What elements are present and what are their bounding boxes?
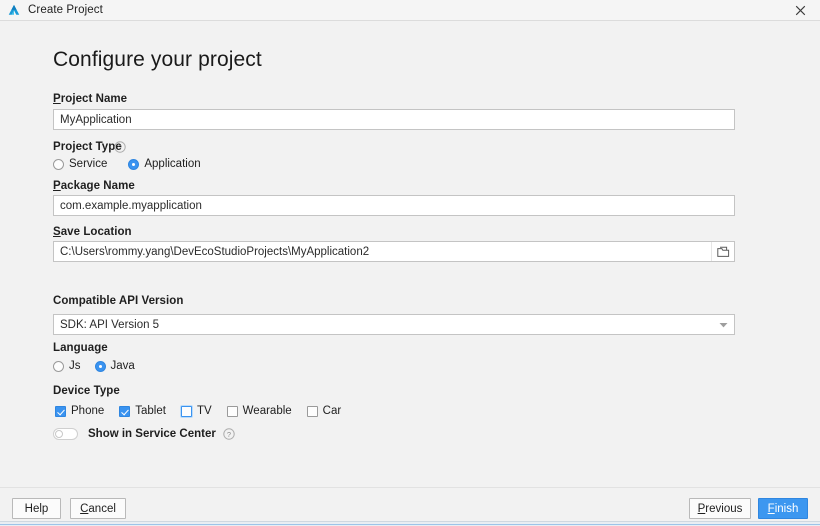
browse-folder-button[interactable] — [711, 242, 734, 261]
radio-label: Js — [69, 360, 81, 372]
previous-button[interactable]: Previous — [689, 498, 751, 519]
checkbox-label: TV — [196, 405, 212, 417]
toggle-knob — [55, 430, 63, 438]
background-window-strip — [0, 521, 820, 526]
close-button[interactable] — [780, 0, 820, 21]
package-name-label: Package Name — [53, 180, 135, 192]
page-title: Configure your project — [53, 48, 262, 71]
project-type-help-icon[interactable]: ? — [114, 141, 126, 153]
project-name-input[interactable] — [53, 109, 735, 130]
create-project-dialog: Create Project Configure your project Pr… — [0, 0, 820, 526]
save-location-label-mnemonic: S — [53, 226, 61, 238]
finish-mnemonic: F — [767, 502, 775, 515]
previous-mnemonic: P — [697, 502, 706, 515]
checkbox-label: Car — [322, 405, 342, 417]
radio-label: Application — [144, 158, 201, 170]
checkbox-label: Tablet — [135, 405, 166, 417]
device-type-label: Device Type — [53, 385, 120, 397]
api-version-value[interactable] — [54, 314, 712, 335]
radio-project-type-service[interactable]: Service — [53, 158, 107, 170]
cancel-button[interactable]: Cancel — [70, 498, 126, 519]
radio-indicator — [53, 360, 64, 372]
project-name-label-mnemonic: P — [53, 93, 61, 105]
svg-text:?: ? — [118, 143, 122, 152]
save-location-label: Save Location — [53, 226, 132, 238]
project-name-label-rest: roject Name — [60, 93, 128, 105]
help-icon: ? — [114, 141, 126, 153]
radio-indicator — [53, 158, 64, 170]
checkbox-device-phone[interactable]: Phone — [55, 405, 104, 417]
checkbox-label: Wearable — [242, 405, 292, 417]
title-bar: Create Project — [0, 0, 820, 21]
save-location-label-rest: ave Location — [60, 226, 132, 238]
radio-indicator — [94, 360, 106, 372]
checkbox-device-car[interactable]: Car — [306, 405, 342, 417]
radio-label: Java — [110, 360, 135, 372]
package-name-label-mnemonic: P — [53, 180, 61, 192]
save-location-field — [53, 241, 735, 262]
api-version-label: Compatible API Version — [53, 295, 184, 307]
project-type-label: Project Type — [53, 141, 122, 153]
background-window-accent — [0, 524, 820, 525]
checkbox-indicator — [119, 405, 131, 417]
show-in-service-center-toggle[interactable] — [53, 428, 78, 440]
deveco-studio-logo-icon — [8, 4, 20, 15]
service-center-row: Show in Service Center ? — [53, 428, 235, 440]
folder-icon — [716, 246, 729, 257]
checkbox-indicator — [306, 405, 318, 417]
service-center-help-icon[interactable]: ? — [223, 428, 235, 440]
language-label: Language — [53, 342, 108, 354]
checkbox-indicator — [180, 405, 192, 417]
radio-project-type-application[interactable]: Application — [128, 158, 201, 170]
cancel-mnemonic: C — [80, 502, 89, 515]
api-version-dropdown-button[interactable] — [712, 315, 734, 334]
finish-button[interactable]: Finish — [758, 498, 808, 519]
package-name-label-rest: ackage Name — [60, 180, 135, 192]
radio-label: Service — [69, 158, 108, 170]
checkbox-device-tablet[interactable]: Tablet — [119, 405, 166, 417]
radio-indicator — [128, 158, 140, 170]
save-location-input[interactable] — [54, 241, 711, 262]
project-name-label: Project Name — [53, 93, 127, 105]
package-name-input[interactable] — [53, 195, 735, 216]
radio-language-js[interactable]: Js — [53, 360, 81, 372]
radio-language-java[interactable]: Java — [94, 360, 135, 372]
svg-text:?: ? — [227, 430, 231, 439]
service-center-label: Show in Service Center — [88, 428, 216, 440]
close-icon — [795, 5, 805, 16]
language-radio-group: Js Java — [53, 360, 135, 372]
checkbox-indicator — [55, 405, 66, 417]
dialog-content: Configure your project Project Name Proj… — [0, 22, 820, 487]
project-type-radio-group: Service Application — [53, 158, 201, 170]
checkbox-device-wearable[interactable]: Wearable — [226, 405, 292, 417]
checkbox-label: Phone — [71, 405, 105, 417]
window-title: Create Project — [28, 4, 103, 16]
previous-rest: revious — [705, 502, 743, 515]
help-button[interactable]: Help — [12, 498, 61, 519]
finish-rest: inish — [774, 502, 799, 515]
chevron-down-icon — [719, 322, 727, 327]
cancel-rest: ancel — [88, 502, 116, 515]
api-version-select[interactable] — [53, 314, 735, 335]
checkbox-indicator — [226, 405, 238, 417]
help-icon: ? — [223, 428, 235, 440]
device-type-checkbox-group: Phone Tablet TV Wearable Car — [55, 405, 341, 417]
checkbox-device-tv[interactable]: TV — [180, 405, 212, 417]
